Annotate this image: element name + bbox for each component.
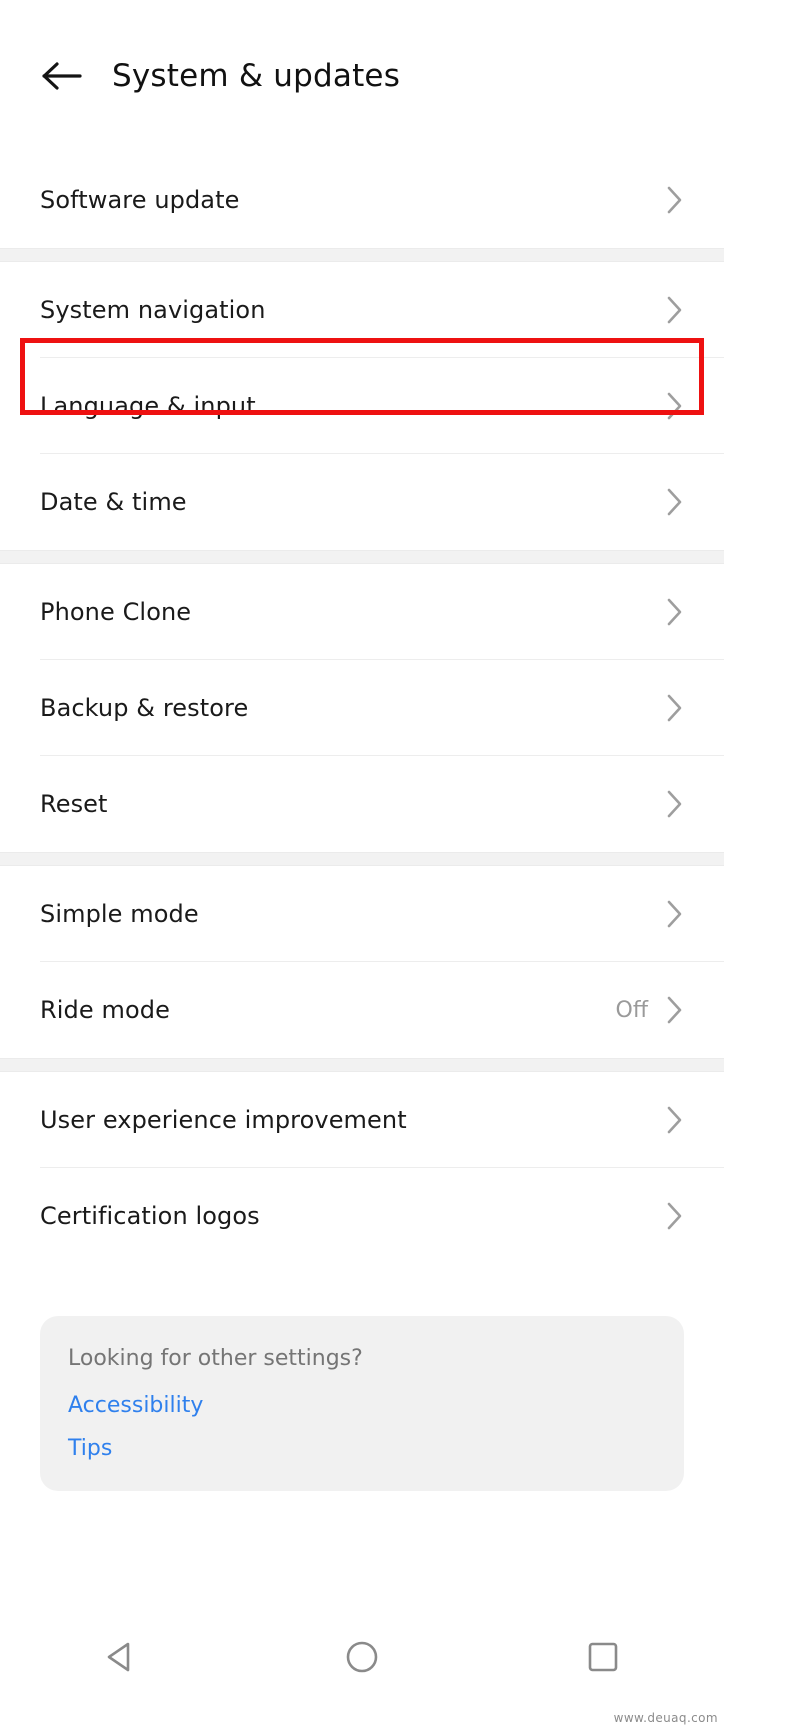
- list-item[interactable]: Reset: [0, 756, 724, 852]
- link-tips[interactable]: Tips: [68, 1436, 112, 1461]
- chevron-right-icon: [662, 691, 684, 725]
- triangle-back-icon[interactable]: [75, 1611, 167, 1703]
- list-item-label: Ride mode: [40, 996, 170, 1024]
- list-item-label: Phone Clone: [40, 598, 192, 626]
- list-item-label: System navigation: [40, 296, 266, 324]
- list-item-label: Simple mode: [40, 900, 199, 928]
- chevron-right-icon: [662, 787, 684, 821]
- list-item-value: Off: [615, 997, 648, 1023]
- square-recents-icon[interactable]: [557, 1611, 649, 1703]
- section-gap: [0, 248, 724, 262]
- list-item[interactable]: Backup & restore: [0, 660, 724, 756]
- settings-list: Software update System navigation Language…: [0, 152, 724, 1264]
- list-item[interactable]: System navigation: [0, 262, 724, 358]
- list-item-label: Backup & restore: [40, 694, 249, 722]
- settings-group: Simple mode Ride mode Off: [0, 866, 724, 1058]
- section-gap: [0, 852, 724, 866]
- arrow-left-icon[interactable]: [40, 54, 84, 98]
- list-item-label: Language & input: [40, 392, 256, 420]
- chevron-right-icon: [662, 1199, 684, 1233]
- settings-group: Software update: [0, 152, 724, 248]
- suggestion-card: Looking for other settings? Accessibilit…: [40, 1316, 684, 1491]
- settings-screen: System & updates Software update System n…: [0, 0, 724, 1733]
- site-watermark: www.deuaq.com: [613, 1711, 718, 1725]
- app-bar: System & updates: [0, 0, 724, 152]
- suggestion-card-wrapper: Looking for other settings? Accessibilit…: [0, 1264, 724, 1491]
- chevron-right-icon: [662, 183, 684, 217]
- list-item[interactable]: Simple mode: [0, 866, 724, 962]
- list-item-label: Certification logos: [40, 1202, 260, 1230]
- list-item[interactable]: Ride mode Off: [0, 962, 724, 1058]
- section-gap: [0, 1058, 724, 1072]
- list-item[interactable]: Date & time: [0, 454, 724, 550]
- settings-group: System navigation Language & input Date & …: [0, 262, 724, 550]
- settings-group: User experience improvement Certification…: [0, 1072, 724, 1264]
- chevron-right-icon: [662, 897, 684, 931]
- list-item[interactable]: Language & input: [0, 358, 724, 454]
- page-title: System & updates: [112, 58, 401, 94]
- phone-screenshot: System & updates Software update System n…: [0, 0, 800, 1733]
- section-gap: [0, 550, 724, 564]
- list-item-label: Reset: [40, 790, 108, 818]
- list-item[interactable]: Software update: [0, 152, 724, 248]
- list-item[interactable]: User experience improvement: [0, 1072, 724, 1168]
- list-item[interactable]: Certification logos: [0, 1168, 724, 1264]
- chevron-right-icon: [662, 389, 684, 423]
- android-navigation-bar: [0, 1601, 724, 1713]
- list-item-label: Software update: [40, 186, 240, 214]
- link-accessibility[interactable]: Accessibility: [68, 1393, 203, 1418]
- list-item-label: User experience improvement: [40, 1106, 407, 1134]
- suggestion-card-title: Looking for other settings?: [68, 1346, 363, 1371]
- chevron-right-icon: [662, 993, 684, 1027]
- chevron-right-icon: [662, 1103, 684, 1137]
- circle-home-icon[interactable]: [316, 1611, 408, 1703]
- chevron-right-icon: [662, 293, 684, 327]
- settings-group: Phone Clone Backup & restore Reset: [0, 564, 724, 852]
- chevron-right-icon: [662, 485, 684, 519]
- list-item-label: Date & time: [40, 488, 187, 516]
- list-item[interactable]: Phone Clone: [0, 564, 724, 660]
- chevron-right-icon: [662, 595, 684, 629]
